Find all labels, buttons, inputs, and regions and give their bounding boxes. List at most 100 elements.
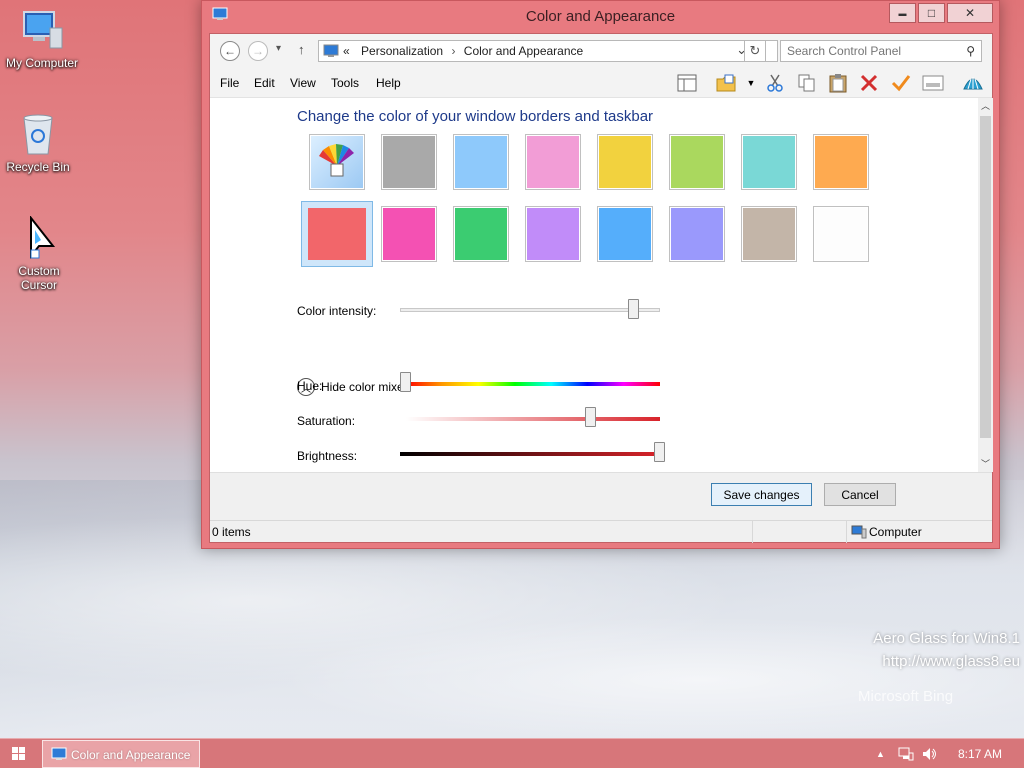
status-bar: 0 items Computer bbox=[210, 520, 992, 543]
hue-slider-thumb[interactable] bbox=[400, 372, 411, 392]
color-swatch-selected[interactable] bbox=[301, 201, 373, 267]
paste-icon[interactable] bbox=[827, 72, 849, 94]
breadcrumb-prefix[interactable]: « bbox=[343, 44, 350, 58]
window-title: Color and Appearance bbox=[525, 8, 676, 25]
network-icon[interactable] bbox=[898, 747, 914, 764]
menu-view[interactable]: View bbox=[290, 76, 316, 90]
color-appearance-window: Color and Appearance ▬ □ ✕ ← → ▾ ↑ « Per… bbox=[201, 0, 1000, 549]
control-panel-icon bbox=[323, 44, 339, 57]
saturation-slider-thumb[interactable] bbox=[585, 407, 597, 427]
taskbar-item-color-appearance[interactable]: Color and Appearance bbox=[42, 740, 200, 768]
watermark-url: http://www.glass8.eu bbox=[882, 653, 1020, 670]
saturation-label: Saturation: bbox=[297, 414, 356, 428]
window-client: ← → ▾ ↑ « Personalization › Color and Ap… bbox=[209, 33, 993, 543]
content-pane: Change the color of your window borders … bbox=[210, 98, 978, 472]
checkmark-icon[interactable] bbox=[890, 72, 912, 94]
desktop-icon-label: Recycle Bin bbox=[6, 160, 70, 174]
back-button[interactable]: ← bbox=[220, 41, 240, 61]
desktop-icon-custom-cursor[interactable]: Custom Cursor bbox=[0, 215, 81, 292]
color-swatch[interactable] bbox=[381, 206, 437, 262]
pane-icon[interactable] bbox=[676, 72, 698, 94]
breadcrumb-color-appearance[interactable]: Color and Appearance bbox=[464, 44, 583, 58]
hue-track[interactable] bbox=[406, 382, 660, 386]
scroll-up-arrow[interactable]: ︿ bbox=[978, 98, 993, 114]
search-box[interactable]: ⚲ bbox=[780, 40, 982, 62]
breadcrumb-personalization[interactable]: Personalization bbox=[361, 44, 443, 58]
cut-icon[interactable] bbox=[764, 72, 786, 94]
color-swatch[interactable] bbox=[741, 134, 797, 190]
volume-icon[interactable] bbox=[922, 747, 938, 764]
color-swatch[interactable] bbox=[525, 134, 581, 190]
folder-options-icon[interactable] bbox=[715, 72, 737, 94]
bing-watermark: Microsoft Bing bbox=[858, 688, 954, 705]
breadcrumb-separator[interactable]: › bbox=[451, 44, 455, 58]
color-swatch[interactable] bbox=[381, 134, 437, 190]
cancel-button[interactable]: Cancel bbox=[824, 483, 896, 506]
brightness-track[interactable] bbox=[400, 452, 660, 456]
cursor-icon bbox=[17, 215, 61, 260]
address-toolbar: ← → ▾ ↑ « Personalization › Color and Ap… bbox=[210, 34, 992, 68]
menu-tools[interactable]: Tools bbox=[331, 76, 359, 90]
intensity-label: Color intensity: bbox=[297, 304, 377, 318]
desktop-icon-recycle-bin[interactable]: Recycle Bin bbox=[0, 112, 80, 174]
mixer-toggle-label: Hide color mixer bbox=[321, 380, 408, 394]
status-location-label: Computer bbox=[869, 525, 922, 539]
start-windows-icon[interactable] bbox=[12, 747, 26, 761]
minimize-button[interactable]: ▬ bbox=[889, 3, 916, 23]
address-field[interactable]: « Personalization › Color and Appearance… bbox=[318, 40, 778, 62]
refresh-button[interactable]: ↻ bbox=[744, 40, 766, 62]
saturation-track[interactable] bbox=[406, 417, 660, 421]
color-swatch[interactable] bbox=[669, 134, 725, 190]
color-swatch[interactable] bbox=[813, 206, 869, 262]
forward-button[interactable]: → bbox=[248, 41, 268, 61]
control-panel-icon bbox=[51, 747, 67, 760]
computer-icon bbox=[20, 8, 64, 52]
color-swatch[interactable] bbox=[741, 206, 797, 262]
color-swatch[interactable] bbox=[597, 134, 653, 190]
maximize-button[interactable]: □ bbox=[918, 3, 945, 23]
save-changes-button[interactable]: Save changes bbox=[711, 483, 812, 506]
color-swatch[interactable] bbox=[669, 206, 725, 262]
taskbar-item-label: Color and Appearance bbox=[71, 748, 191, 762]
color-swatch[interactable] bbox=[453, 206, 509, 262]
scroll-down-arrow[interactable]: ﹀ bbox=[978, 456, 993, 472]
menu-help[interactable]: Help bbox=[376, 76, 401, 90]
menu-bar: File Edit View Tools Help ▼ bbox=[210, 68, 992, 98]
search-icon[interactable]: ⚲ bbox=[966, 44, 975, 58]
brightness-slider-thumb[interactable] bbox=[654, 442, 665, 462]
menu-file[interactable]: File bbox=[220, 76, 239, 90]
status-location: Computer bbox=[846, 521, 992, 543]
clock[interactable]: 8:17 AM bbox=[958, 747, 1002, 761]
intensity-slider-thumb[interactable] bbox=[628, 299, 639, 319]
brightness-label: Brightness: bbox=[297, 449, 358, 463]
color-swatch[interactable] bbox=[597, 206, 653, 262]
color-palette-icon bbox=[311, 136, 363, 188]
color-swatch[interactable] bbox=[525, 206, 581, 262]
color-swatch[interactable] bbox=[453, 134, 509, 190]
recycle-bin-icon bbox=[16, 112, 60, 156]
computer-icon bbox=[851, 525, 867, 539]
up-button[interactable]: ↑ bbox=[298, 42, 305, 57]
seashell-icon[interactable] bbox=[962, 72, 984, 94]
recent-locations-button[interactable]: ▾ bbox=[276, 43, 281, 54]
desktop-icon-label: Custom Cursor bbox=[18, 264, 60, 292]
custom-color-swatch[interactable] bbox=[309, 134, 365, 190]
item-count: 0 items bbox=[212, 525, 251, 539]
close-button[interactable]: ✕ bbox=[947, 3, 993, 23]
intensity-track[interactable] bbox=[400, 308, 660, 312]
taskbar: Color and Appearance ▲ 8:17 AM bbox=[0, 738, 1024, 768]
desktop-icon-label: My Computer bbox=[5, 56, 79, 70]
title-bar[interactable]: Color and Appearance ▬ □ ✕ bbox=[202, 1, 999, 33]
menu-edit[interactable]: Edit bbox=[254, 76, 275, 90]
dropdown-icon[interactable]: ▼ bbox=[740, 72, 762, 94]
search-input[interactable] bbox=[781, 41, 951, 61]
desktop-icon-my-computer[interactable]: My Computer bbox=[0, 8, 84, 70]
vertical-scrollbar[interactable]: ︿ ﹀ bbox=[978, 98, 993, 472]
show-hidden-icons-button[interactable]: ▲ bbox=[876, 749, 885, 759]
delete-icon[interactable] bbox=[858, 72, 880, 94]
color-swatch[interactable] bbox=[813, 134, 869, 190]
properties-icon[interactable] bbox=[922, 72, 944, 94]
scrollbar-thumb[interactable] bbox=[980, 116, 991, 438]
page-heading: Change the color of your window borders … bbox=[297, 108, 654, 125]
copy-icon[interactable] bbox=[796, 72, 818, 94]
